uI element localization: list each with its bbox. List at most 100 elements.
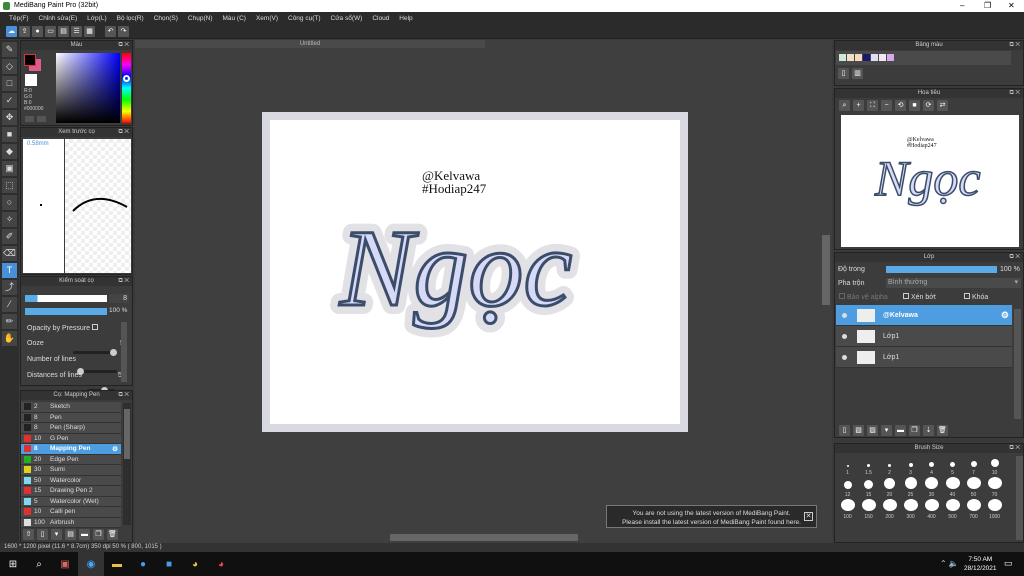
visibility-icon[interactable]	[842, 312, 847, 318]
brush-item[interactable]: 10 Calli pen	[21, 507, 121, 518]
magic-wand-icon[interactable]: ✧	[2, 212, 17, 227]
new-8bit-layer-icon[interactable]: ▨	[867, 425, 878, 436]
primary-color-swatch[interactable]	[24, 54, 36, 66]
color-mode-button[interactable]	[37, 116, 46, 122]
menu-item[interactable]: Cloud	[367, 15, 394, 22]
brush-item[interactable]: 5 Watercolor (Wet)	[21, 496, 121, 507]
bucket-tool-icon[interactable]: ◆	[2, 144, 17, 159]
canvas-text-hashtag[interactable]: #Hodiap247	[422, 182, 486, 195]
actual-size-icon[interactable]: ■	[909, 100, 920, 111]
brush-size-option[interactable]: 12	[837, 477, 858, 499]
tray-icons[interactable]: ⌃ 🔈	[940, 559, 959, 568]
brush-copy-icon[interactable]: ▤	[65, 529, 76, 540]
menu-item[interactable]: Công cụ(T)	[283, 15, 326, 22]
duplicate-icon[interactable]: ❐	[93, 529, 104, 540]
gradient-tool-icon[interactable]: ▣	[2, 161, 17, 176]
brush-item[interactable]: 8 Mapping Pen ⚙	[21, 444, 121, 455]
check-tool-icon[interactable]: ✓	[2, 93, 17, 108]
brush-size-option[interactable]: 70	[984, 477, 1005, 499]
notification-icon[interactable]: ▭	[1004, 558, 1013, 569]
brush-size-option[interactable]: 700	[963, 499, 984, 521]
fill-rect-tool-icon[interactable]: ■	[2, 127, 17, 142]
palette-swatch[interactable]	[879, 54, 886, 61]
brush-item[interactable]: 100 Airbrush	[21, 517, 121, 528]
clock-time[interactable]: 7:50 AM	[964, 555, 997, 564]
eraser-tool-icon[interactable]: ◇	[2, 59, 17, 74]
folder-icon[interactable]: ▬	[895, 425, 906, 436]
color-picker-square[interactable]	[56, 53, 120, 123]
gear-icon[interactable]: ⚙	[112, 445, 121, 453]
delete-layer-icon[interactable]: 🗑	[937, 425, 948, 436]
brush-size-option[interactable]: 1	[837, 455, 858, 477]
zoom-icon[interactable]: ●	[130, 552, 156, 576]
brush-item[interactable]: 50 Watercolor	[21, 475, 121, 486]
layer-row[interactable]: Lớp1	[836, 326, 1012, 347]
palette-swatch[interactable]	[847, 54, 854, 61]
brush-item[interactable]: 20 Edge Pen	[21, 454, 121, 465]
eyedropper-button[interactable]	[25, 116, 34, 122]
brush-size-option[interactable]: 400	[921, 499, 942, 521]
eyedropper-icon[interactable]: ⁄	[2, 297, 17, 312]
brush-item[interactable]: 2 Sketch	[21, 402, 121, 413]
brush-size-option[interactable]: 1000	[984, 499, 1005, 521]
brush-size-option[interactable]: 30	[921, 477, 942, 499]
menu-item[interactable]: Màu (C)	[217, 15, 250, 22]
brush-size-value[interactable]: 8	[109, 294, 129, 303]
menu-item[interactable]: Cửa sổ(W)	[326, 15, 368, 22]
list-icon[interactable]: ☰	[71, 25, 82, 37]
zoom-out-icon[interactable]: −	[881, 100, 892, 111]
navigator-preview[interactable]: @Kelvawa #Hodiap247 Ngọc	[841, 115, 1019, 247]
layer-row[interactable]: Lớp1	[836, 347, 1012, 368]
brush-add-icon[interactable]: ▾	[51, 529, 62, 540]
rotate-left-icon[interactable]: ⟲	[895, 100, 906, 111]
brush-size-option[interactable]: 50	[963, 477, 984, 499]
menu-item[interactable]: Help	[394, 15, 417, 22]
grid-icon[interactable]: ▦	[84, 25, 95, 37]
brush-size-option[interactable]: 200	[879, 499, 900, 521]
cloud-brush-icon[interactable]: ⇧	[23, 529, 34, 540]
update-notice[interactable]: You are not using the latest version of …	[606, 505, 817, 528]
scrollbar[interactable]	[1014, 309, 1021, 419]
new-halftone-layer-icon[interactable]: ▧	[853, 425, 864, 436]
brush-size-option[interactable]: 20	[879, 477, 900, 499]
brush-size-option[interactable]: 5	[942, 455, 963, 477]
save-icon[interactable]: ▤	[58, 25, 69, 37]
brush-tool-icon[interactable]: ✎	[2, 42, 17, 57]
maximize-button[interactable]: ❐	[984, 0, 991, 12]
hand-tool-icon[interactable]: ✋	[2, 331, 17, 346]
opacity-pressure-checkbox[interactable]	[91, 324, 98, 330]
brush-size-option[interactable]: 4	[921, 455, 942, 477]
new-layer-icon[interactable]: ▯	[839, 425, 850, 436]
lock-checkbox[interactable]	[964, 293, 970, 299]
brush-size-option[interactable]: 25	[900, 477, 921, 499]
visibility-icon[interactable]	[842, 354, 847, 360]
protect-alpha-checkbox[interactable]	[839, 293, 845, 299]
brush-size-option[interactable]: 100	[837, 499, 858, 521]
brush-size-option[interactable]: 1.5	[858, 455, 879, 477]
select-tool-icon[interactable]: ⬚	[2, 178, 17, 193]
layer-opacity-slider[interactable]	[886, 266, 997, 273]
ooze-slider[interactable]	[73, 349, 117, 356]
fit-window-icon[interactable]: ⛶	[867, 100, 878, 111]
horizontal-scrollbar[interactable]	[390, 534, 578, 541]
menu-item[interactable]: Tệp(F)	[4, 15, 34, 22]
brush-item[interactable]: 30 Sumi	[21, 465, 121, 476]
zoom-fit-icon[interactable]: ⌕	[839, 100, 850, 111]
transparent-swatch[interactable]	[25, 74, 37, 86]
windows-start-icon[interactable]: ⊞	[0, 552, 26, 576]
layer-row[interactable]: @Kelvawa ⚙	[836, 305, 1012, 326]
menu-item[interactable]: Bộ lọc(R)	[112, 15, 149, 22]
brush-size-option[interactable]: 300	[900, 499, 921, 521]
brush-item[interactable]: 10 G Pen	[21, 433, 121, 444]
trash-icon[interactable]: 🗑	[107, 529, 118, 540]
lasso-tool-icon[interactable]: ○	[2, 195, 17, 210]
select-eraser-icon[interactable]: ⌫	[2, 246, 17, 261]
palette-swatch[interactable]	[863, 54, 870, 61]
scrollbar[interactable]	[1016, 456, 1023, 540]
scrollbar[interactable]	[123, 403, 131, 525]
brush-opacity-slider[interactable]	[25, 308, 107, 315]
brush-size-option[interactable]: 15	[858, 477, 879, 499]
brush-size-option[interactable]: 150	[858, 499, 879, 521]
hue-slider[interactable]	[122, 53, 131, 123]
close-icon[interactable]: ✕	[804, 512, 813, 521]
